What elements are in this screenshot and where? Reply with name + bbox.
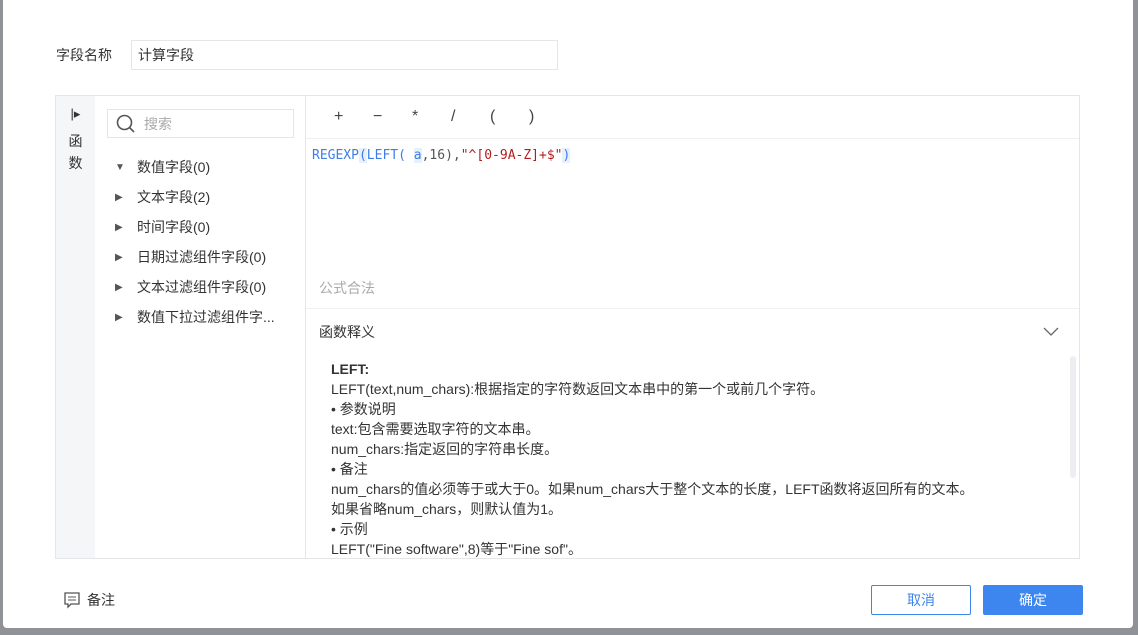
formula-panel: |▸ 函数 搜索 ▼ 数值字段(0) ▶ 文本字段(2) ▶ 时间字段(0) ▶ 日期过… xyxy=(55,95,1080,559)
tree-item-label: 数值下拉过滤组件字... xyxy=(137,309,275,325)
caret-right-icon: ▶ xyxy=(115,221,123,233)
doc-line: LEFT("Fine software",8)等于"Fine sof"。 xyxy=(331,541,582,557)
op-lparen-button[interactable]: ( xyxy=(490,108,529,126)
search-placeholder: 搜索 xyxy=(144,115,172,132)
search-input[interactable]: 搜索 xyxy=(107,109,294,138)
chevron-down-icon[interactable] xyxy=(1043,327,1059,337)
tree-item-date-filter[interactable]: ▶ 日期过滤组件字段(0) xyxy=(115,242,275,272)
op-multiply-button[interactable]: * xyxy=(412,108,451,126)
operator-bar: + − * / ( ) xyxy=(306,96,1079,139)
formula-string: "^[0-9A-Z]+$" xyxy=(460,148,563,163)
caret-right-icon: ▶ xyxy=(115,311,123,323)
doc-line: text:包含需要选取字符的文本串。 xyxy=(331,421,540,437)
search-icon xyxy=(116,114,135,133)
validity-status: 公式合法 xyxy=(306,274,1079,309)
formula-args: ,16), xyxy=(421,148,461,163)
calc-field-dialog: 字段名称 |▸ 函数 搜索 ▼ 数值字段(0) ▶ 文本字段(2) ▶ 时间字段(0)… xyxy=(3,0,1133,628)
doc-line: num_chars的值必须等于或大于0。如果num_chars大于整个文本的长度… xyxy=(331,481,974,497)
caret-right-icon: ▶ xyxy=(115,191,123,203)
doc-line: • 示例 xyxy=(331,521,368,537)
tree-item-label: 时间字段(0) xyxy=(137,219,211,235)
doc-scrollbar[interactable] xyxy=(1070,356,1076,478)
note-button[interactable]: 备注 xyxy=(63,590,115,610)
tree-item-text[interactable]: ▶ 文本字段(2) xyxy=(115,182,275,212)
field-name-label: 字段名称 xyxy=(56,47,112,63)
comment-icon xyxy=(64,592,80,609)
tree-item-label: 日期过滤组件字段(0) xyxy=(137,249,267,265)
field-tree: 搜索 ▼ 数值字段(0) ▶ 文本字段(2) ▶ 时间字段(0) ▶ 日期过滤组件字段(… xyxy=(95,96,306,558)
expand-icon[interactable]: |▸ xyxy=(56,106,95,122)
formula-text[interactable]: REGEXP(LEFT( a,16),"^[0-9A-Z]+$") xyxy=(306,139,1079,172)
formula-fn: LEFT xyxy=(366,148,399,163)
doc-title: 函数释义 xyxy=(319,324,375,340)
doc-line: • 参数说明 xyxy=(331,401,396,417)
function-tab-label-1: 函 xyxy=(68,133,83,149)
formula-paren: ) xyxy=(562,148,571,163)
function-tab-label-2: 数 xyxy=(68,155,83,171)
formula-fn: REGEXP xyxy=(312,148,359,163)
caret-right-icon: ▶ xyxy=(115,251,123,263)
cancel-button[interactable]: 取消 xyxy=(871,585,971,615)
tree-item-number[interactable]: ▼ 数值字段(0) xyxy=(115,152,275,182)
doc-line: • 备注 xyxy=(331,461,368,477)
op-minus-button[interactable]: − xyxy=(373,108,412,126)
field-name-row: 字段名称 xyxy=(56,40,558,70)
tree-item-number-dropdown-filter[interactable]: ▶ 数值下拉过滤组件字... xyxy=(115,302,275,332)
tree-item-time[interactable]: ▶ 时间字段(0) xyxy=(115,212,275,242)
doc-line: num_chars:指定返回的字符串长度。 xyxy=(331,441,559,457)
doc-line: LEFT(text,num_chars):根据指定的字符数返回文本串中的第一个或… xyxy=(331,381,825,397)
caret-right-icon: ▶ xyxy=(115,281,123,293)
tree-item-label: 数值字段(0) xyxy=(137,159,211,175)
confirm-button[interactable]: 确定 xyxy=(983,585,1083,615)
doc-line: LEFT: xyxy=(331,361,370,377)
tree-item-label: 文本字段(2) xyxy=(137,189,211,205)
formula-paren: ( xyxy=(398,148,406,163)
formula-field-token[interactable]: a xyxy=(413,148,422,163)
op-rparen-button[interactable]: ) xyxy=(529,108,568,126)
note-label: 备注 xyxy=(87,592,115,608)
tree-item-text-filter[interactable]: ▶ 文本过滤组件字段(0) xyxy=(115,272,275,302)
field-name-input[interactable] xyxy=(131,40,558,70)
function-doc: 函数释义 LEFT: LEFT(text,num_chars):根据指定的字符数… xyxy=(306,309,1079,558)
formula-paren: ( xyxy=(358,148,367,163)
op-plus-button[interactable]: + xyxy=(334,108,373,126)
function-tab[interactable]: |▸ 函数 xyxy=(56,96,95,558)
tree-item-label: 文本过滤组件字段(0) xyxy=(137,279,267,295)
caret-down-icon: ▼ xyxy=(115,161,125,173)
doc-line: 如果省略num_chars，则默认值为1。 xyxy=(331,501,563,517)
op-divide-button[interactable]: / xyxy=(451,108,490,126)
